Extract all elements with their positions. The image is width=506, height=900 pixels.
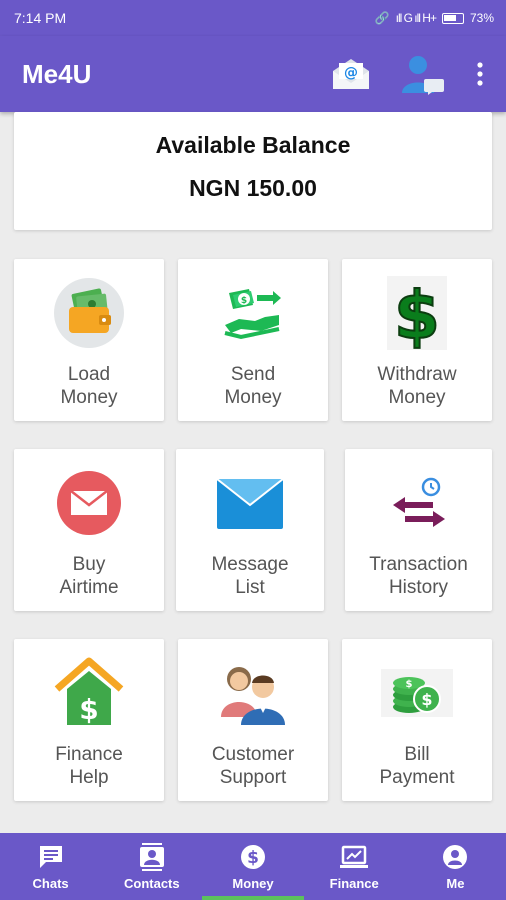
- signal-icon: ıll G ıll H+: [395, 11, 437, 25]
- svg-text:$: $: [79, 693, 98, 726]
- tile-label-line1: Transaction: [369, 554, 468, 575]
- finance-help-tile[interactable]: $ Finance Help: [14, 639, 164, 801]
- envelope-icon: [216, 478, 284, 529]
- tile-label-line2: History: [388, 577, 449, 598]
- tile-label-line1: Message: [211, 554, 289, 575]
- balance-value: NGN 150.00: [189, 175, 317, 201]
- tile-label-line1: Buy: [72, 554, 106, 575]
- tile-label-line1: Finance: [55, 744, 123, 765]
- status-bar: 7:14 PM 🔗 ıll G ıll H+ 73%: [0, 0, 506, 36]
- wallet-icon: [54, 278, 124, 348]
- svg-text:$: $: [247, 848, 259, 868]
- house-dollar-icon: $: [54, 657, 124, 726]
- withdraw-money-tile[interactable]: $ Withdraw Money: [342, 259, 492, 421]
- chat-icon: [39, 846, 62, 868]
- transaction-history-tile[interactable]: Transaction History: [345, 449, 492, 611]
- link-icon: 🔗: [374, 11, 390, 25]
- battery-icon: [441, 12, 464, 24]
- mail-at-icon: @: [333, 59, 369, 89]
- tile-label-line1: Send: [230, 364, 276, 385]
- tile-label-line2: Help: [69, 767, 109, 788]
- status-time: 7:14 PM: [14, 10, 67, 26]
- profile-chat-icon: [402, 56, 444, 95]
- message-list-tile[interactable]: Message List: [176, 449, 324, 611]
- battery-percent: 73%: [469, 11, 494, 25]
- nav-item-chats[interactable]: Chats: [0, 833, 101, 900]
- svg-text:$: $: [394, 277, 440, 350]
- tile-label-line2: List: [235, 577, 265, 598]
- nav-item-me[interactable]: Me: [405, 833, 506, 900]
- tile-label-line1: Withdraw: [377, 364, 457, 385]
- tile-label-line2: Airtime: [59, 577, 119, 598]
- more-vert-icon: [477, 62, 483, 86]
- send-money-icon: $: [224, 289, 281, 340]
- tile-label-line2: Money: [388, 387, 446, 408]
- chart-icon: [340, 845, 369, 868]
- coins-icon: $ $: [381, 669, 453, 717]
- app-actions: @: [304, 49, 506, 99]
- app-bar: Me4U @: [0, 36, 506, 112]
- bottom-nav: Chats Contacts $ Money Finance Me: [0, 833, 506, 900]
- svg-text:$: $: [406, 679, 413, 690]
- more-button[interactable]: [468, 49, 492, 99]
- nav-label: Me: [446, 876, 465, 891]
- balance-label: Available Balance: [155, 132, 351, 158]
- svg-text:@: @: [344, 65, 358, 81]
- tile-label-line2: Money: [224, 387, 282, 408]
- nav-label: Money: [232, 876, 274, 891]
- nav-label: Chats: [32, 876, 69, 891]
- nav-label: Contacts: [123, 876, 180, 891]
- app-title: Me4U: [22, 58, 92, 89]
- tile-label-line1: Load: [67, 364, 111, 385]
- nav-item-finance[interactable]: Finance: [304, 833, 405, 900]
- tile-label-line1: Bill: [404, 744, 430, 765]
- dollar-circle-icon: $: [241, 845, 265, 869]
- nav-item-money[interactable]: $ Money: [202, 833, 304, 900]
- svg-text:$: $: [421, 690, 432, 709]
- profile-button[interactable]: [398, 49, 448, 99]
- mail-button[interactable]: @: [326, 49, 376, 99]
- nav-item-contacts[interactable]: Contacts: [101, 833, 202, 900]
- envelope-circle-icon: [57, 471, 121, 535]
- balance-card: Available Balance NGN 150.00: [14, 112, 492, 230]
- send-money-tile[interactable]: $ Send Money: [178, 259, 328, 421]
- tile-label-line2: Payment: [379, 767, 455, 788]
- person-icon: [443, 845, 468, 869]
- svg-text:$: $: [241, 296, 247, 306]
- dollar-sign-icon: $: [387, 276, 447, 350]
- contacts-icon: [139, 843, 164, 871]
- nav-label: Finance: [329, 876, 379, 891]
- tile-label-line1: Customer: [211, 744, 295, 765]
- tile-label-line2: Support: [219, 767, 287, 788]
- status-indicators: 🔗 ıll G ıll H+ 73%: [375, 11, 494, 25]
- customer-support-tile[interactable]: Customer Support: [178, 639, 328, 801]
- transfer-arrows-icon: [392, 477, 445, 527]
- tile-label-line2: Money: [60, 387, 118, 408]
- support-people-icon: [221, 667, 285, 725]
- bill-payment-tile[interactable]: $ $ Bill Payment: [342, 639, 492, 801]
- buy-airtime-tile[interactable]: Buy Airtime: [14, 449, 164, 611]
- load-money-tile[interactable]: Load Money: [14, 259, 164, 421]
